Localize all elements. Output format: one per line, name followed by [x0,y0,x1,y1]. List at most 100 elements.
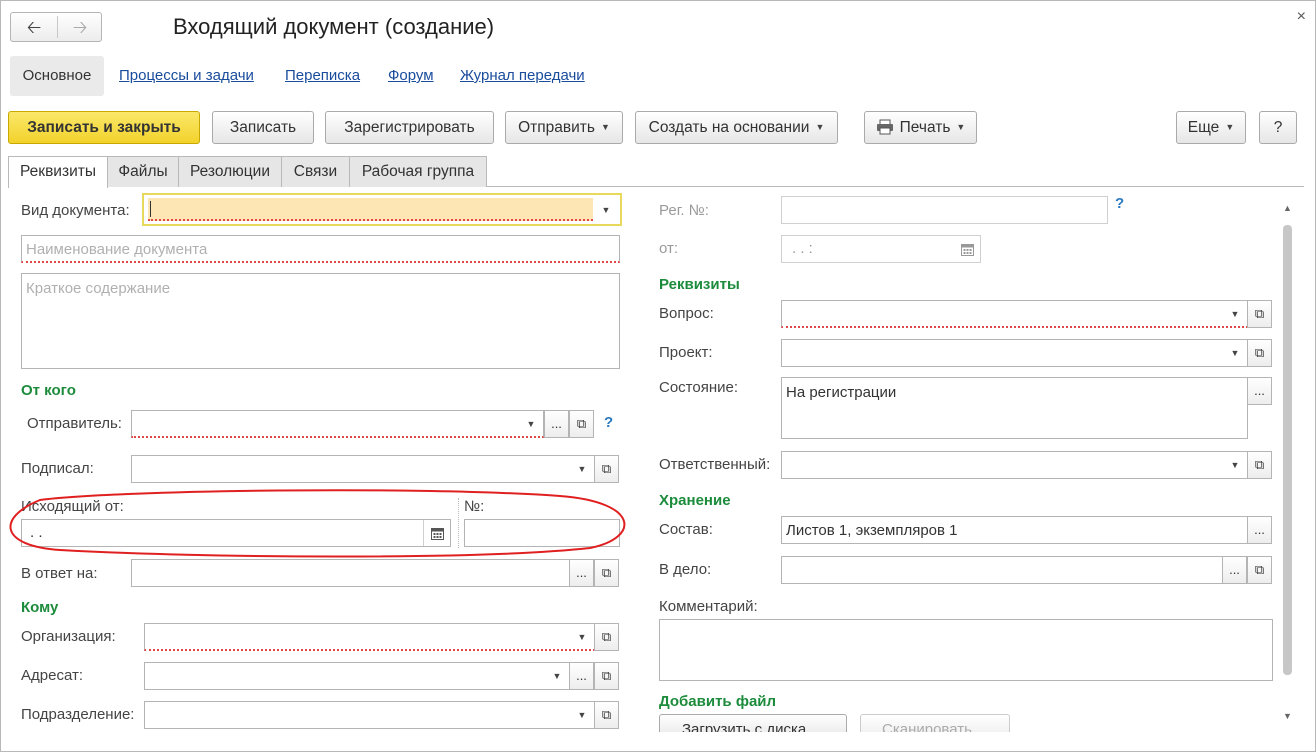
chevron-down-icon[interactable]: ▼ [1223,340,1247,366]
register-button[interactable]: Зарегистрировать [325,111,494,144]
open-icon: ⧉ [601,707,612,722]
reg-no-help-icon[interactable]: ? [1115,195,1124,212]
chevron-down-icon: ▼ [600,122,610,133]
reply-label: В ответ на: [21,565,98,582]
reg-no-label: Рег. №: [659,202,709,219]
composition-select-button[interactable]: ... [1247,516,1272,544]
dept-label: Подразделение: [21,706,135,723]
question-open-button[interactable]: ⧉ [1247,300,1272,328]
org-label: Организация: [21,628,116,645]
file-select-button[interactable]: ... [1222,556,1247,584]
composition-field[interactable]: Листов 1, экземпляров 1 [781,516,1248,544]
reply-field[interactable] [131,559,570,587]
reply-select-button[interactable]: ... [569,559,594,587]
nav-forum-link[interactable]: Форум [388,67,434,84]
nav-main[interactable]: Основное [10,56,104,96]
dept-open-button[interactable]: ⧉ [594,701,619,729]
printer-icon [876,119,893,135]
scrollbar-thumb[interactable] [1283,225,1292,675]
chevron-down-icon[interactable]: ▼ [1223,452,1247,478]
tab-resolutions[interactable]: Резолюции [178,156,282,187]
question-field[interactable]: ▼ [781,300,1248,328]
chevron-down-icon[interactable]: ▼ [519,411,543,437]
state-label: Состояние: [659,379,739,396]
scroll-up-icon[interactable]: ▲ [1283,203,1292,213]
create-based-button[interactable]: Создать на основании ▼ [635,111,838,144]
sender-label: Отправитель: [27,415,122,432]
open-icon: ⧉ [601,565,612,580]
nav-processes-link[interactable]: Процессы и задачи [119,67,254,84]
doc-type-input[interactable] [148,198,593,221]
section-to: Кому [21,599,59,616]
chevron-down-icon: ▼ [815,122,825,133]
addressee-select-button[interactable]: ... [569,662,594,690]
addressee-open-button[interactable]: ⧉ [594,662,619,690]
state-field[interactable]: На регистрации [781,377,1248,439]
chevron-down-icon[interactable]: ▼ [1223,301,1247,327]
sender-select-button[interactable]: ... [544,410,569,438]
upload-button[interactable]: Загрузить с диска [659,714,847,732]
org-open-button[interactable]: ⧉ [594,623,619,651]
addressee-label: Адресат: [21,667,83,684]
chevron-down-icon[interactable]: ▼ [570,702,594,728]
signed-open-button[interactable]: ⧉ [594,455,619,483]
chevron-down-icon[interactable]: ▼ [594,197,618,223]
from-label: от: [659,240,679,257]
section-from: От кого [21,382,76,399]
tab-files[interactable]: Файлы [107,156,179,187]
chevron-down-icon: ▼ [956,122,966,133]
responsible-field[interactable]: ▼ [781,451,1248,479]
back-button[interactable]: 🡠 [11,13,57,41]
save-button[interactable]: Записать [212,111,314,144]
dept-field[interactable]: ▼ [144,701,595,729]
org-field[interactable]: ▼ [144,623,595,651]
nav-correspondence-link[interactable]: Переписка [285,67,360,84]
state-select-button[interactable]: ... [1247,377,1272,405]
window-title: Входящий документ (создание) [173,14,495,39]
responsible-open-button[interactable]: ⧉ [1247,451,1272,479]
reg-date-field[interactable]: . . : [781,235,981,263]
scan-button[interactable]: Сканировать [860,714,1010,732]
nav-journal-link[interactable]: Журнал передачи [460,67,585,84]
tab-workgroup[interactable]: Рабочая группа [349,156,487,187]
forward-button[interactable]: 🡢 [57,13,103,41]
file-field[interactable] [781,556,1223,584]
chevron-down-icon: ▼ [1225,122,1235,133]
project-open-button[interactable]: ⧉ [1247,339,1272,367]
project-field[interactable]: ▼ [781,339,1248,367]
addressee-field[interactable]: ▼ [144,662,570,690]
more-button[interactable]: Еще ▼ [1176,111,1246,144]
chevron-down-icon[interactable]: ▼ [545,663,569,689]
chevron-down-icon[interactable]: ▼ [570,456,594,482]
sender-help-icon[interactable]: ? [604,414,613,431]
sender-open-button[interactable]: ⧉ [569,410,594,438]
tab-links[interactable]: Связи [281,156,350,187]
sender-field[interactable]: ▼ [131,410,544,438]
question-label: Вопрос: [659,305,714,322]
calendar-icon[interactable] [961,243,974,256]
file-label: В дело: [659,561,712,578]
save-close-button[interactable]: Записать и закрыть [8,111,200,144]
responsible-label: Ответственный: [659,456,771,473]
help-button[interactable]: ? [1259,111,1297,144]
doc-type-label: Вид документа: [21,202,130,219]
signed-label: Подписал: [21,460,94,477]
summary-field[interactable]: Краткое содержание [21,273,620,369]
open-icon: ⧉ [1254,345,1265,360]
project-label: Проект: [659,344,713,361]
reply-open-button[interactable]: ⧉ [594,559,619,587]
doc-name-field[interactable]: Наименование документа [21,235,620,263]
comment-field[interactable] [659,619,1273,681]
open-icon: ⧉ [601,461,612,476]
chevron-down-icon[interactable]: ▼ [570,624,594,650]
tab-requisites[interactable]: Реквизиты [8,156,108,188]
scroll-down-icon[interactable]: ▼ [1283,711,1292,721]
reg-no-field[interactable] [781,196,1108,224]
file-open-button[interactable]: ⧉ [1247,556,1272,584]
signed-field[interactable]: ▼ [131,455,595,483]
section-storage: Хранение [659,492,731,509]
print-button[interactable]: Печать ▼ [864,111,977,144]
close-icon[interactable]: × [1297,8,1306,26]
doc-type-field[interactable]: ▼ [142,193,622,226]
send-button[interactable]: Отправить ▼ [505,111,623,144]
